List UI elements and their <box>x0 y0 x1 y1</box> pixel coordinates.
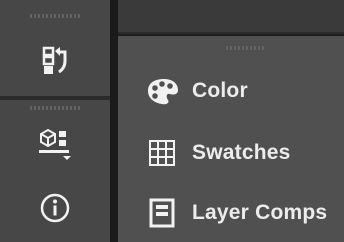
panel-item-color[interactable]: Color <box>118 66 344 116</box>
dock-grip-2[interactable] <box>30 106 80 110</box>
dock-separator <box>0 96 110 100</box>
app-stage: Color Swatches Layer Comps <box>0 0 344 242</box>
3d-cube-icon <box>39 128 71 160</box>
layer-comps-icon <box>140 191 184 235</box>
panel-item-label: Swatches <box>192 141 291 164</box>
panel-gap <box>110 0 118 242</box>
history-icon <box>42 46 67 74</box>
panel-list: Color Swatches Layer Comps <box>118 36 344 242</box>
info-button[interactable] <box>33 186 77 230</box>
panel-header <box>118 0 344 34</box>
3d-button[interactable] <box>33 122 77 166</box>
info-icon <box>40 193 70 223</box>
panel-item-label: Layer Comps <box>192 201 328 224</box>
panel-grip[interactable] <box>226 46 266 50</box>
panel-icon-dock <box>0 0 110 242</box>
palette-icon <box>140 69 184 113</box>
panel-item-label: Color <box>192 79 248 102</box>
panel-item-layer-comps[interactable]: Layer Comps <box>118 188 344 238</box>
history-button[interactable] <box>33 40 77 84</box>
swatches-grid-icon <box>140 131 184 175</box>
dock-grip[interactable] <box>30 14 80 18</box>
panel-item-swatches[interactable]: Swatches <box>118 128 344 178</box>
